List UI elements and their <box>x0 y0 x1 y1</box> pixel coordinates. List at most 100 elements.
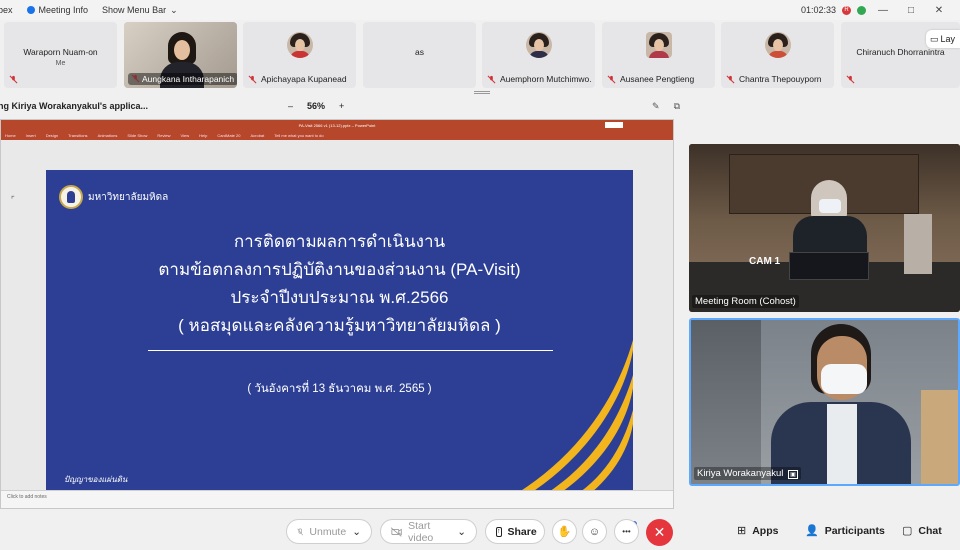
ppt-canvas: ⌜ มหาวิทยาลัยมหิดล การติดตามผลการดำเนินง… <box>1 140 673 500</box>
video-label: Meeting Room (Cohost) <box>692 295 799 308</box>
slide-title-line: การติดตามผลการดำเนินงาน <box>233 232 446 251</box>
chat-button[interactable]: ▢ Chat <box>902 524 942 538</box>
leave-meeting-button[interactable]: ✕ <box>646 519 673 546</box>
avatar <box>645 32 672 58</box>
control-bar: Unmute ⌄ Start video ⌄ ↑ Share ✋ ☺ ••• ✕… <box>0 514 960 550</box>
chevron-down-icon: ⌄ <box>170 4 178 15</box>
chat-icon: ▢ <box>902 525 913 537</box>
muted-mic-icon <box>726 75 735 84</box>
meeting-timer: 01:02:33 <box>800 5 836 15</box>
ppt-ribbon: Home Insert Design Transitions Animations Sli… <box>1 130 673 140</box>
participant-name: Waraporn Nuam-on <box>23 47 98 57</box>
apps-button[interactable]: ⊞ Apps <box>737 524 778 538</box>
bookshelf <box>691 320 761 484</box>
muted-mic-icon <box>9 75 18 84</box>
notes-pane[interactable]: Click to add notes <box>1 490 673 508</box>
apps-icon: ⊞ <box>737 525 747 537</box>
muted-mic-icon <box>607 75 616 84</box>
slide-title-line: ( หอสมุดและคลังความรู้มหาวิทยาลัยมหิดล ) <box>178 316 501 335</box>
face-mask <box>819 199 841 213</box>
participant-name: Apichayapa Kupanead <box>261 74 347 84</box>
participant-tile[interactable]: Aungkana Intharapanich <box>124 22 237 88</box>
zoom-controls: – 56% + <box>288 101 344 111</box>
participant-name: Ausanee Pengtieng <box>620 74 695 84</box>
participants-button[interactable]: 👤 Participants <box>805 524 885 538</box>
close-icon[interactable]: ✕ <box>928 5 950 16</box>
popout-icon[interactable]: ⧉ <box>674 101 680 112</box>
video-off-icon <box>391 526 402 537</box>
participant-tile[interactable]: Chantra Thepouyporn <box>721 22 834 88</box>
participant-tile[interactable]: Waraporn Nuam-on Me <box>4 22 117 88</box>
meeting-info-button[interactable]: Meeting Info <box>26 5 88 15</box>
chevron-down-icon[interactable]: ⌄ <box>352 526 361 538</box>
gold-swoosh-decoration <box>506 340 633 500</box>
muted-mic-icon <box>297 527 304 535</box>
share-button[interactable]: ↑ Share <box>485 519 545 544</box>
muted-mic-icon <box>248 75 257 84</box>
participant-sub: Me <box>55 60 66 67</box>
shared-content: PA-Visit 2566 v1 (13-12).pptx – PowerPoi… <box>0 119 674 509</box>
participant-tile[interactable]: Auemphorn Mutchimwo... <box>482 22 595 88</box>
share-title: ng Kiriya Worakanyakul's applica... <box>0 101 149 111</box>
avatar <box>525 32 552 58</box>
university-logo <box>59 185 83 209</box>
reactions-button[interactable]: ☺ <box>582 519 607 544</box>
participant-name: as <box>415 47 424 57</box>
cursor-icon: ⌜ <box>11 195 15 204</box>
cam-overlay: CAM 1 <box>749 256 781 267</box>
participant-name: Chantra Thepouyporn <box>739 74 822 84</box>
avatar <box>286 32 313 58</box>
app-name: bex <box>0 5 13 15</box>
participant-strip: Waraporn Nuam-on Me Aungkana Intharapani… <box>0 22 960 88</box>
layout-button[interactable]: ▭ Lay <box>926 30 960 48</box>
layout-icon: ▭ <box>930 33 939 44</box>
smile-icon: ☺ <box>588 525 601 538</box>
participant-tile[interactable]: as <box>363 22 476 88</box>
participant-name: Aungkana Intharapanich <box>128 73 237 85</box>
wood-cabinet <box>921 390 958 484</box>
zoom-in-button[interactable]: + <box>339 101 344 111</box>
recording-badge: R <box>842 5 851 15</box>
muted-mic-icon <box>846 75 855 84</box>
participants-icon: 👤 <box>805 525 819 537</box>
close-icon: ✕ <box>653 524 666 540</box>
hand-icon: ✋ <box>557 526 572 538</box>
connection-icon <box>857 5 866 15</box>
video-meeting-room[interactable]: CAM 1 Meeting Room (Cohost) <box>689 144 960 312</box>
slide-title-line: ประจำปีงบประมาณ พ.ศ.2566 <box>230 288 449 307</box>
face-mask <box>821 364 867 394</box>
slide: มหาวิทยาลัยมหิดล การติดตามผลการดำเนินงาน… <box>46 170 633 500</box>
person-shirt <box>827 404 857 484</box>
slide-signature: ปัญญาของแผ่นดิน <box>64 475 128 484</box>
zoom-out-button[interactable]: – <box>288 101 293 111</box>
ppt-titlebar: PA-Visit 2566 v1 (13-12).pptx – PowerPoi… <box>1 120 673 130</box>
maximize-icon[interactable]: □ <box>900 5 922 16</box>
more-options-button[interactable]: ••• <box>614 519 639 544</box>
video-label: Kiriya Worakanyakul ▣ <box>694 467 801 480</box>
raise-hand-button[interactable]: ✋ <box>552 519 577 544</box>
slide-divider <box>148 350 553 351</box>
start-video-button[interactable]: Start video ⌄ <box>380 519 477 544</box>
video-active-speaker[interactable]: Kiriya Worakanyakul ▣ <box>689 318 960 486</box>
share-bar: ng Kiriya Worakanyakul's applica... – 56… <box>0 96 690 116</box>
resize-handle[interactable] <box>474 91 490 94</box>
zoom-level: 56% <box>307 101 326 111</box>
participant-name: Chiranuch Dhorranintra <box>856 47 945 57</box>
annotate-icon[interactable]: ✎ <box>652 101 660 112</box>
info-icon <box>26 6 35 14</box>
participant-tile[interactable]: Ausanee Pengtieng <box>602 22 715 88</box>
cc-icon: ▣ <box>788 470 798 479</box>
chair <box>904 214 932 274</box>
show-menu-bar-button[interactable]: Show Menu Bar ⌄ <box>102 5 178 16</box>
participant-tile[interactable]: Apichayapa Kupanead <box>243 22 356 88</box>
share-icon: ↑ <box>496 526 502 537</box>
top-bar: bex Meeting Info Show Menu Bar ⌄ 01:02:3… <box>0 0 960 20</box>
avatar <box>764 32 791 58</box>
person-face <box>174 40 190 60</box>
minimize-icon[interactable]: — <box>872 5 894 16</box>
muted-mic-icon <box>487 75 496 84</box>
monitor <box>789 252 869 280</box>
unmute-button[interactable]: Unmute ⌄ <box>286 519 372 544</box>
chevron-down-icon[interactable]: ⌄ <box>457 526 466 538</box>
sign-in-button <box>605 122 623 128</box>
